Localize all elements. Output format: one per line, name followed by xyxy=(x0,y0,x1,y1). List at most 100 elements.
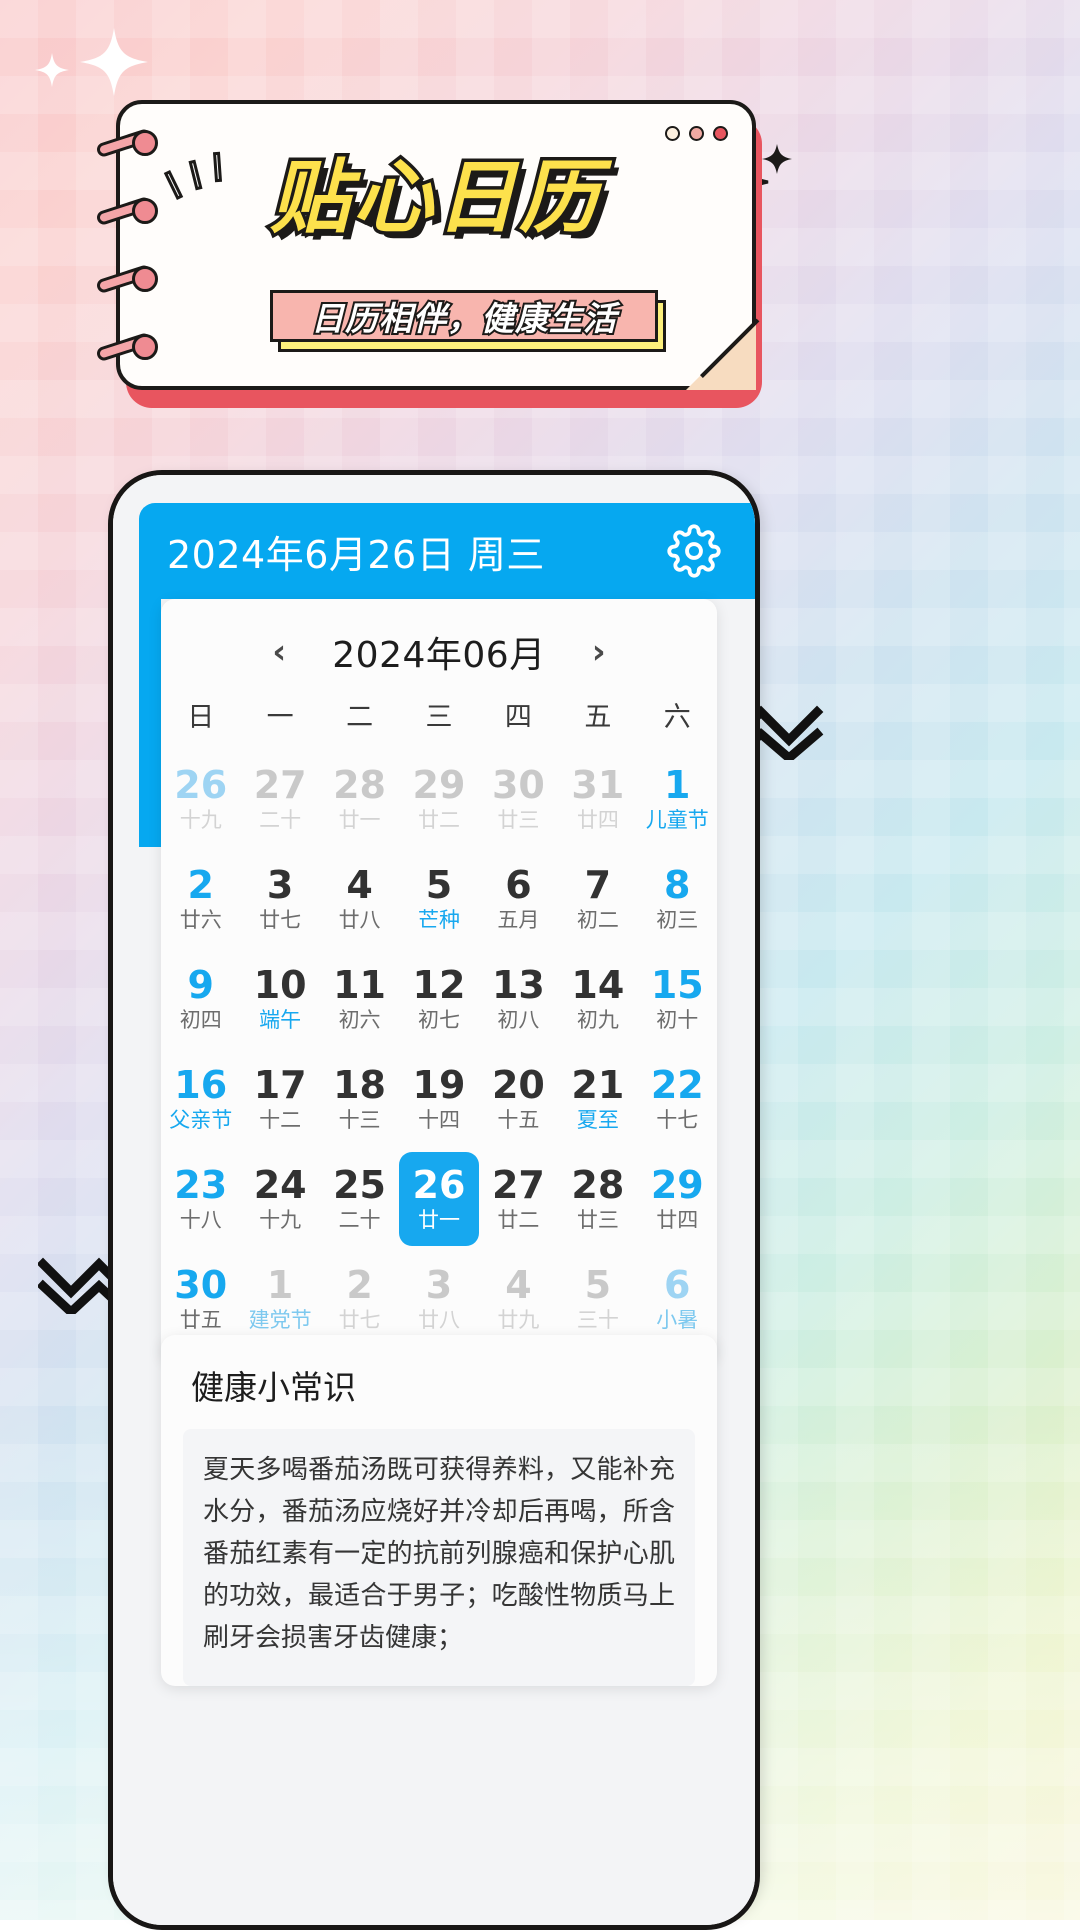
calendar-day-cell[interactable]: 27 二十 xyxy=(240,752,319,846)
calendar-day-cell[interactable]: 6 五月 xyxy=(479,852,558,946)
calendar-day-cell[interactable]: 17 十二 xyxy=(240,1052,319,1146)
day-lunar-label: 五月 xyxy=(497,907,540,932)
day-number: 25 xyxy=(333,1163,386,1207)
calendar-day-cell[interactable]: 10 端午 xyxy=(240,952,319,1046)
day-number: 22 xyxy=(650,1063,704,1107)
calendar-day-cell[interactable]: 1 儿童节 xyxy=(638,752,717,846)
weekday-label-3: 三 xyxy=(425,702,453,733)
calendar-nav: ‹ 2024年06月 › xyxy=(161,621,717,683)
calendar-day-cell[interactable]: 23 十八 xyxy=(161,1152,240,1246)
calendar-card: ‹ 2024年06月 › 日一二三四五六 26 十九 27 二十 28 廿一 29 廿二 30 廿… xyxy=(161,599,717,1362)
day-lunar-label: 廿二 xyxy=(417,807,460,832)
day-lunar-label: 十九 xyxy=(179,807,222,832)
binder-ring-1 xyxy=(95,127,170,159)
calendar-day-cell[interactable]: 1 建党节 xyxy=(240,1252,319,1346)
window-dot-3-icon[interactable] xyxy=(713,126,728,141)
day-lunar-label: 端午 xyxy=(259,1007,302,1032)
day-number: 3 xyxy=(425,1263,453,1307)
calendar-day-cell[interactable]: 6 小暑 xyxy=(638,1252,717,1346)
spiral-binder xyxy=(95,127,176,370)
day-lunar-label: 儿童节 xyxy=(645,807,709,832)
day-number: 2 xyxy=(346,1263,373,1307)
calendar-day-cell[interactable]: 27 廿二 xyxy=(479,1152,558,1246)
day-number: 9 xyxy=(187,963,214,1007)
day-lunar-label: 廿八 xyxy=(338,907,381,932)
calendar-day-cell[interactable]: 14 初九 xyxy=(558,952,637,1046)
calendar-day-cell[interactable]: 3 廿八 xyxy=(399,1252,478,1346)
day-number: 5 xyxy=(425,863,453,907)
day-number: 30 xyxy=(491,763,545,807)
calendar-day-cell[interactable]: 5 芒种 xyxy=(399,852,478,946)
calendar-day-cell[interactable]: 16 父亲节 xyxy=(161,1052,240,1146)
day-number: 1 xyxy=(266,1263,294,1307)
gear-icon[interactable] xyxy=(667,524,721,578)
day-number: 2 xyxy=(187,863,214,907)
calendar-month-title: 2024年06月 xyxy=(332,635,546,676)
calendar-day-cell[interactable]: 21 夏至 xyxy=(558,1052,637,1146)
calendar-day-cell[interactable]: 12 初七 xyxy=(399,952,478,1046)
day-lunar-label: 廿七 xyxy=(259,907,302,932)
calendar-day-cell[interactable]: 4 廿九 xyxy=(479,1252,558,1346)
day-number: 29 xyxy=(412,763,466,807)
window-dot-2-icon[interactable] xyxy=(689,126,704,141)
calendar-day-cell[interactable]: 13 初八 xyxy=(479,952,558,1046)
calendar-day-cell[interactable]: 20 十五 xyxy=(479,1052,558,1146)
calendar-day-cell[interactable]: 29 廿四 xyxy=(638,1152,717,1246)
day-lunar-label: 廿二 xyxy=(497,1207,540,1232)
day-lunar-label: 十七 xyxy=(656,1107,699,1132)
calendar-day-cell[interactable]: 28 廿一 xyxy=(320,752,399,846)
weekday-label-6: 六 xyxy=(663,702,691,733)
prev-month-button[interactable]: ‹ xyxy=(272,635,286,669)
calendar-day-cell[interactable]: 2 廿六 xyxy=(161,852,240,946)
calendar-day-cell[interactable]: 9 初四 xyxy=(161,952,240,1046)
day-number: 18 xyxy=(333,1063,386,1107)
calendar-day-cell[interactable]: 18 十三 xyxy=(320,1052,399,1146)
day-lunar-label: 夏至 xyxy=(576,1107,619,1132)
calendar-grid: 26 十九 27 二十 28 廿一 29 廿二 30 廿三 31 廿四 1 儿童节 2 廿六 3 廿七 4 廿八 5 芒种… xyxy=(161,752,717,1346)
app-header: 2024年6月26日 周三 xyxy=(139,503,755,599)
day-lunar-label: 二十 xyxy=(338,1207,381,1232)
calendar-day-cell[interactable]: 19 十四 xyxy=(399,1052,478,1146)
calendar-day-cell[interactable]: 7 初二 xyxy=(558,852,637,946)
calendar-day-cell[interactable]: 15 初十 xyxy=(638,952,717,1046)
calendar-day-cell[interactable]: 28 廿三 xyxy=(558,1152,637,1246)
calendar-day-cell[interactable]: 29 廿二 xyxy=(399,752,478,846)
day-lunar-label: 初六 xyxy=(338,1007,381,1032)
banner-subtitle-pink-layer: 日历相伴，健康生活 xyxy=(270,290,658,342)
calendar-day-cell[interactable]: 30 廿五 xyxy=(161,1252,240,1346)
day-number: 29 xyxy=(650,1163,704,1207)
day-lunar-label: 建党节 xyxy=(248,1307,312,1332)
day-lunar-label: 十九 xyxy=(259,1207,302,1232)
day-number: 6 xyxy=(664,1263,691,1307)
calendar-day-cell[interactable]: 26 廿一 xyxy=(399,1152,479,1246)
header-blue-strip xyxy=(139,599,161,847)
calendar-day-cell[interactable]: 24 十九 xyxy=(240,1152,319,1246)
day-lunar-label: 廿七 xyxy=(338,1307,381,1332)
day-number: 28 xyxy=(571,1163,625,1207)
calendar-day-cell[interactable]: 31 廿四 xyxy=(558,752,637,846)
weekday-label-5: 五 xyxy=(584,702,612,733)
calendar-day-cell[interactable]: 11 初六 xyxy=(320,952,399,1046)
calendar-day-cell[interactable]: 30 廿三 xyxy=(479,752,558,846)
day-lunar-label: 初八 xyxy=(497,1007,540,1032)
calendar-day-cell[interactable]: 2 廿七 xyxy=(320,1252,399,1346)
day-lunar-label: 十四 xyxy=(417,1107,460,1132)
next-month-button[interactable]: › xyxy=(592,635,606,669)
day-number: 19 xyxy=(412,1063,466,1107)
calendar-day-cell[interactable]: 5 三十 xyxy=(558,1252,637,1346)
day-lunar-label: 廿六 xyxy=(179,907,222,932)
day-lunar-label: 十五 xyxy=(497,1107,540,1132)
day-number: 14 xyxy=(571,963,625,1007)
day-lunar-label: 十八 xyxy=(179,1207,222,1232)
calendar-day-cell[interactable]: 22 十七 xyxy=(638,1052,717,1146)
calendar-day-cell[interactable]: 3 廿七 xyxy=(240,852,319,946)
day-number: 17 xyxy=(253,1063,307,1107)
calendar-day-cell[interactable]: 26 十九 xyxy=(161,752,240,846)
phone-mockup: 2024年6月26日 周三 ‹ 2024年06月 › 日一二三四五六 26 十九 2… xyxy=(108,470,760,1930)
day-number: 5 xyxy=(584,1263,612,1307)
calendar-day-cell[interactable]: 4 廿八 xyxy=(320,852,399,946)
calendar-day-cell[interactable]: 25 二十 xyxy=(320,1152,399,1246)
window-dot-1-icon[interactable] xyxy=(665,126,680,141)
calendar-day-cell[interactable]: 8 初三 xyxy=(638,852,717,946)
day-number: 26 xyxy=(412,1163,466,1207)
